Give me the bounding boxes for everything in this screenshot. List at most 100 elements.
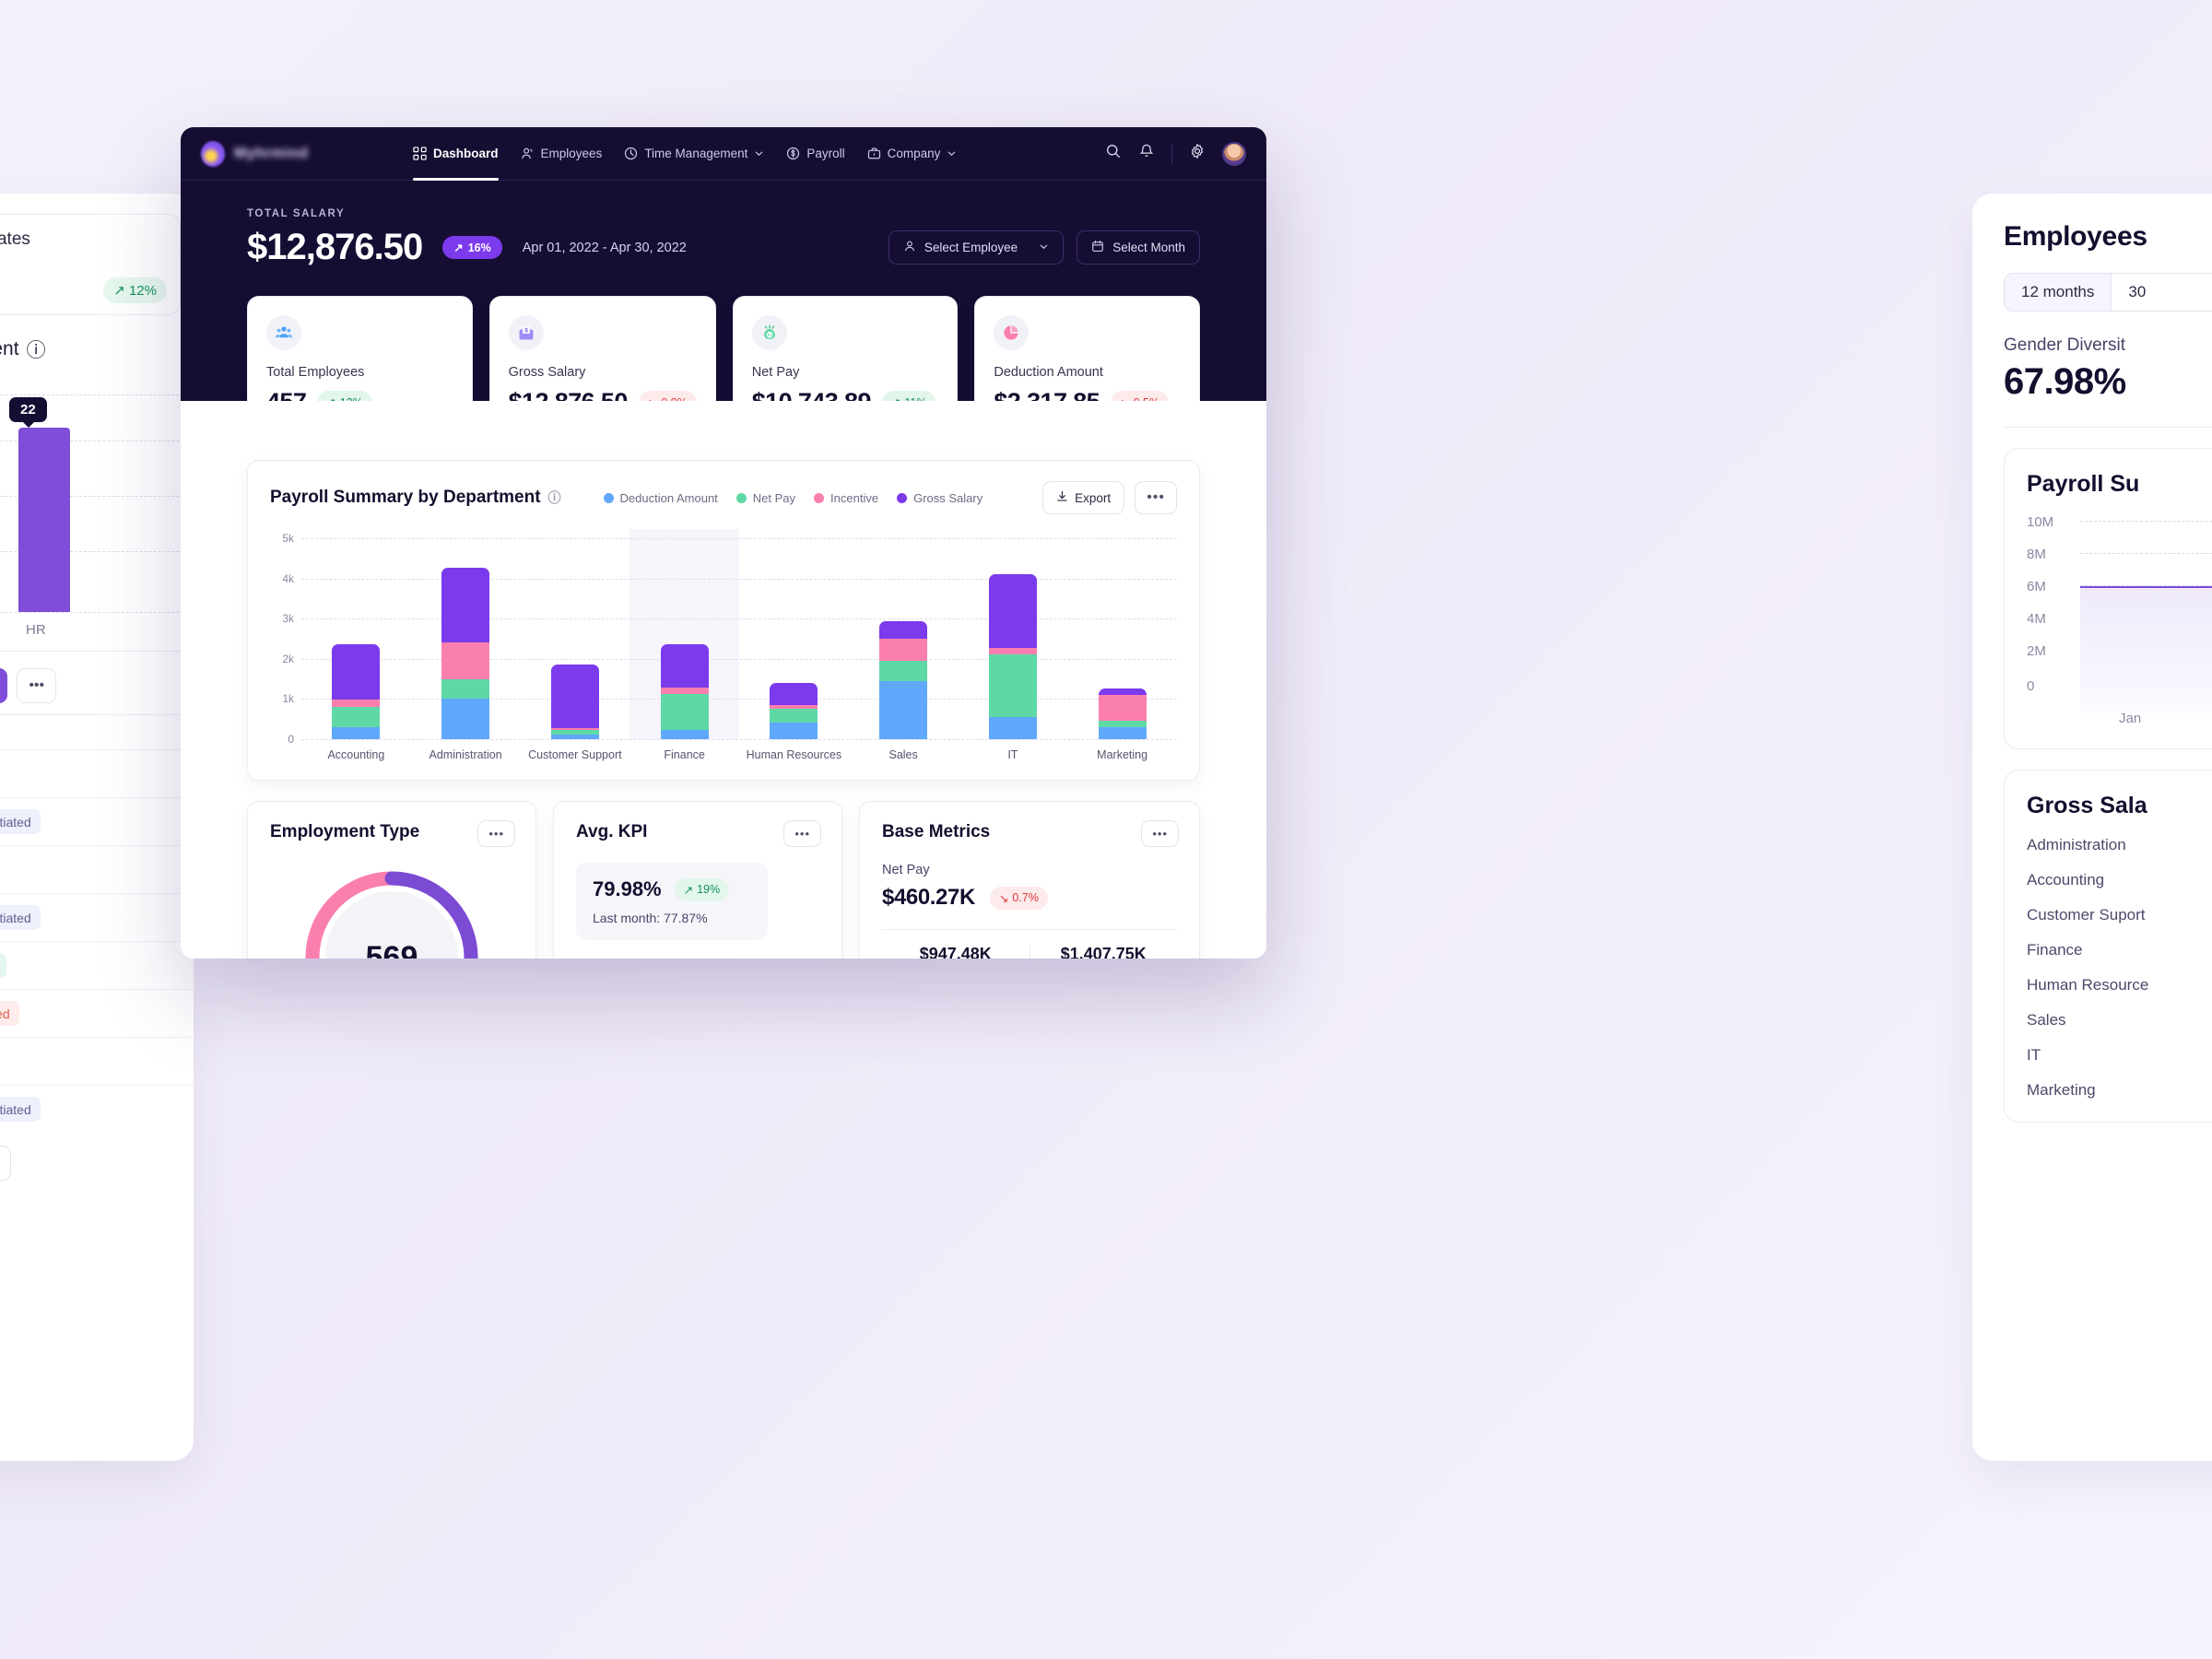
divider — [1171, 143, 1172, 164]
list-item[interactable]: ✉ Offer initiated — [0, 1085, 194, 1133]
people-group-icon — [266, 315, 301, 350]
bar-segment — [1098, 688, 1147, 696]
export-button[interactable]: Export — [1042, 481, 1125, 514]
bar-column[interactable] — [521, 538, 630, 739]
bar-column[interactable] — [849, 538, 959, 739]
segment-30[interactable]: 30 — [2111, 274, 2162, 311]
stacked-bar[interactable] — [988, 573, 1037, 739]
x-tick-label: IT — [1007, 748, 1018, 761]
calendar-icon — [1091, 240, 1104, 255]
legend-item-gross-salary[interactable]: Gross Salary — [897, 491, 982, 505]
bar-column[interactable] — [959, 538, 1068, 739]
nav-item-time-management[interactable]: Time Management — [624, 127, 764, 181]
stacked-bar[interactable] — [332, 644, 381, 739]
chevron-down-icon — [947, 148, 957, 159]
bar-column[interactable] — [739, 538, 849, 739]
list-item: Customer Suport — [2027, 906, 2146, 924]
bar-segment — [770, 683, 818, 706]
select-employee-dropdown[interactable]: Select Employee — [888, 230, 1065, 265]
bar-segment — [441, 642, 490, 679]
base-metrics-title: Base Metrics — [882, 822, 991, 841]
nav-item-employees[interactable]: Employees — [521, 127, 602, 181]
segment-12-months[interactable]: 12 months — [2005, 274, 2112, 311]
nav-item-dashboard[interactable]: Dashboard — [413, 127, 499, 181]
stacked-bar[interactable] — [441, 567, 490, 739]
list-item[interactable]: ✉ Offer initiated — [0, 893, 194, 941]
next-page-button[interactable]: Next → — [0, 1146, 11, 1181]
background-panel-right: Employees 12 months 30 Gender Diversit 6… — [1972, 194, 2212, 1461]
bar-segment — [441, 567, 490, 643]
left-more-button[interactable]: ••• — [17, 668, 57, 703]
gender-diversity-value: 67.98% — [2004, 361, 2126, 402]
department-list: Administration Accounting Customer Supor… — [2027, 836, 2212, 1100]
pie-chart-icon — [994, 315, 1030, 350]
avatar[interactable] — [1222, 141, 1246, 166]
bar-segment — [332, 700, 381, 708]
base-metrics-more-button[interactable]: ••• — [1141, 820, 1179, 847]
bar-segment — [441, 678, 490, 700]
list-item[interactable]: ✓ Hired — [0, 845, 194, 893]
info-icon[interactable]: ⓘ — [27, 335, 46, 363]
x-tick-label: Customer Support — [528, 748, 622, 761]
bar-column[interactable] — [411, 538, 521, 739]
employment-type-more-button[interactable]: ••• — [477, 820, 515, 847]
nav-item-company[interactable]: Company — [867, 127, 958, 181]
department-section-title: epartment ⓘ — [0, 315, 194, 367]
chart-more-button[interactable]: ••• — [1135, 481, 1177, 514]
background-panel-left: candidates ↗ 12% epartment ⓘ 22 Finance … — [0, 194, 194, 1461]
legend-item-incentive[interactable]: Incentive — [814, 491, 878, 505]
bell-icon[interactable] — [1138, 143, 1155, 164]
status-badge: ✉ Offer initiated — [0, 905, 41, 930]
employees-panel-title: Employees — [2004, 221, 2147, 252]
gear-icon[interactable] — [1189, 143, 1206, 164]
legend-item-net-pay[interactable]: Net Pay — [735, 491, 795, 505]
clock-icon — [624, 147, 638, 160]
money-bag-icon — [751, 315, 787, 350]
select-employee-label: Select Employee — [924, 241, 1018, 254]
bar-column[interactable] — [1067, 538, 1177, 739]
time-range-segmented-control[interactable]: 12 months 30 — [2004, 273, 2212, 312]
bar-segment — [550, 665, 599, 728]
hero-amount: $12,876.50 — [247, 227, 423, 267]
list-item[interactable]: ⊕ Applied — [0, 941, 194, 989]
users-icon — [521, 147, 535, 160]
stacked-bar[interactable] — [770, 683, 818, 739]
select-month-dropdown[interactable]: Select Month — [1077, 230, 1200, 265]
gross-salary-mini-title: Gross Sala — [2027, 793, 2147, 818]
hero-label: TOTAL SALARY — [247, 208, 346, 219]
nav-item-label: Dashboard — [433, 147, 499, 160]
avg-kpi-more-button[interactable]: ••• — [783, 820, 821, 847]
bar-segment — [660, 687, 709, 695]
stacked-bar[interactable] — [550, 665, 599, 739]
list-item[interactable]: ✉ Offer initiated — [0, 797, 194, 845]
download-icon — [1056, 490, 1068, 505]
base-metrics-current-month: $947.48K Current Month — [919, 945, 992, 959]
list-item[interactable]: ⊘ Screened — [0, 989, 194, 1037]
status-badge: ✉ Offer initiated — [0, 809, 41, 834]
candidates-card-title: candidates — [0, 229, 30, 249]
app-window: Myhrmind Dashboard Employees Time Manage… — [181, 127, 1266, 959]
info-icon[interactable]: ⓘ — [548, 488, 561, 507]
export-label: Export — [1075, 490, 1112, 505]
trend-up-icon: ↗ — [453, 241, 464, 254]
stacked-bar[interactable] — [879, 621, 928, 739]
left-export-button[interactable]: ⤓ Export — [0, 668, 8, 703]
employment-type-card: Employment Type ••• 569 — [247, 801, 536, 959]
payroll-summary-card: Payroll Summary by Department ⓘ Deductio… — [247, 460, 1200, 781]
legend-swatch — [735, 492, 747, 503]
bar-segment — [332, 644, 381, 700]
stacked-bar[interactable] — [1098, 688, 1147, 739]
list-item[interactable]: ✓ Hired — [0, 749, 194, 797]
brand[interactable]: Myhrmind — [201, 140, 413, 167]
stacked-bar[interactable] — [660, 643, 709, 739]
legend-item-deduction-amount[interactable]: Deduction Amount — [603, 491, 718, 505]
nav-item-label: Company — [887, 147, 941, 160]
bar-column[interactable] — [301, 538, 411, 739]
bar-column[interactable] — [629, 538, 739, 739]
bar-segment — [1098, 726, 1147, 739]
search-icon[interactable] — [1105, 143, 1122, 164]
nav-item-payroll[interactable]: Payroll — [786, 127, 845, 181]
list-item[interactable]: ✓ Hired — [0, 1037, 194, 1085]
list-item: IT — [2027, 1046, 2041, 1064]
bar-segment — [550, 734, 599, 739]
